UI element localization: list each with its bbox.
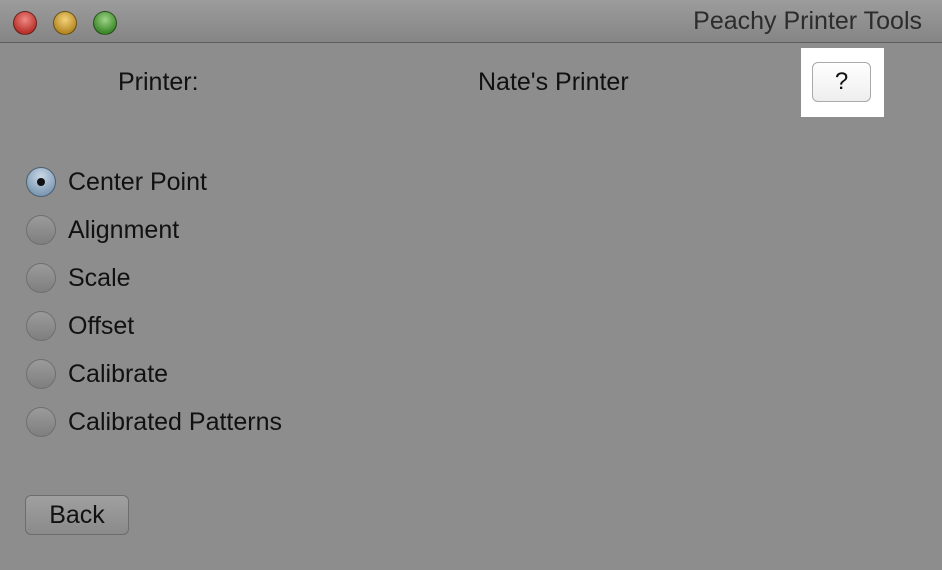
- radio-calibrate[interactable]: [26, 359, 56, 389]
- help-button[interactable]: ?: [812, 62, 871, 102]
- tool-options-list: Center Point Alignment Scale Offset Cali…: [26, 158, 282, 446]
- option-scale[interactable]: Scale: [26, 254, 282, 302]
- option-offset[interactable]: Offset: [26, 302, 282, 350]
- option-label[interactable]: Offset: [68, 312, 134, 341]
- radio-center-point[interactable]: [26, 167, 56, 197]
- option-label[interactable]: Calibrated Patterns: [68, 408, 282, 437]
- radio-calibrated-patterns[interactable]: [26, 407, 56, 437]
- option-alignment[interactable]: Alignment: [26, 206, 282, 254]
- radio-alignment[interactable]: [26, 215, 56, 245]
- option-center-point[interactable]: Center Point: [26, 158, 282, 206]
- title-bar: Peachy Printer Tools: [0, 0, 942, 43]
- window-title: Peachy Printer Tools: [693, 7, 922, 35]
- printer-label: Printer:: [118, 68, 199, 96]
- minimize-window-button[interactable]: [53, 11, 77, 35]
- option-calibrated-patterns[interactable]: Calibrated Patterns: [26, 398, 282, 446]
- app-window: Peachy Printer Tools Printer: Nate's Pri…: [0, 0, 942, 570]
- option-calibrate[interactable]: Calibrate: [26, 350, 282, 398]
- back-button[interactable]: Back: [25, 495, 129, 535]
- option-label[interactable]: Scale: [68, 264, 131, 293]
- option-label[interactable]: Center Point: [68, 168, 207, 197]
- close-window-button[interactable]: [13, 11, 37, 35]
- option-label[interactable]: Alignment: [68, 216, 179, 245]
- option-label[interactable]: Calibrate: [68, 360, 168, 389]
- radio-scale[interactable]: [26, 263, 56, 293]
- radio-offset[interactable]: [26, 311, 56, 341]
- printer-name: Nate's Printer: [478, 68, 629, 96]
- maximize-window-button[interactable]: [93, 11, 117, 35]
